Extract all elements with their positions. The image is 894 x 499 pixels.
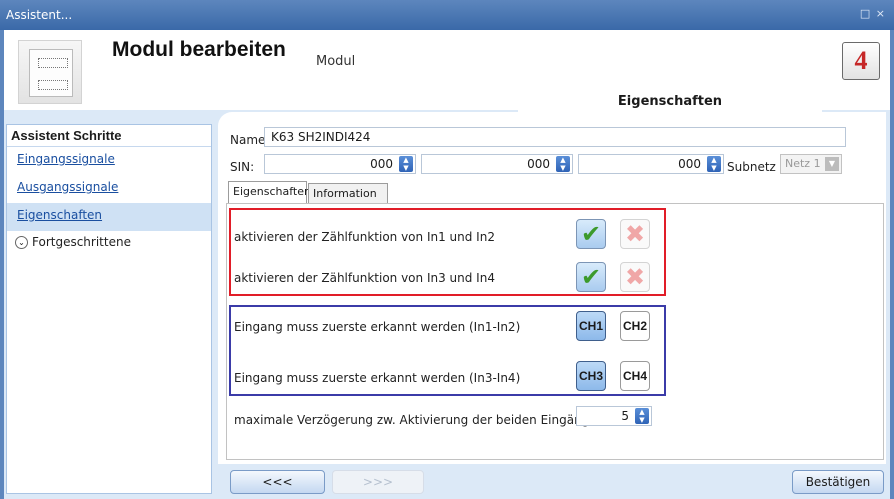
subnet-label: Subnetz xyxy=(727,160,776,174)
sin-value-1: 000 xyxy=(370,157,393,171)
ch1-button[interactable]: CH1 xyxy=(576,311,606,341)
window-titlebar: Assistent... □ × xyxy=(0,0,894,30)
module-device-icon xyxy=(29,49,73,97)
delay-stepper[interactable]: 5 ▲ ▼ xyxy=(576,406,652,426)
sidebar-heading: Assistent Schritte xyxy=(7,125,211,147)
tab-information[interactable]: Information xyxy=(308,183,388,205)
count-2-disable-cross-icon[interactable]: ✖ xyxy=(620,262,650,292)
channel-option-1-label: Eingang muss zuerste erkannt werden (In1… xyxy=(234,320,521,334)
next-button[interactable]: >>> xyxy=(332,470,424,494)
wizard-steps-sidebar: Assistent Schritte Eingangssignale Ausga… xyxy=(6,124,212,494)
sin-label: SIN: xyxy=(230,160,255,174)
sin-stepper-2[interactable]: 000 ▲ ▼ xyxy=(421,154,573,174)
sidebar-item-advanced[interactable]: ⌄ Fortgeschrittene xyxy=(7,231,211,255)
module-image xyxy=(18,40,82,104)
subnet-select[interactable]: Netz 1 ▼ xyxy=(780,154,842,174)
count-1-disable-cross-icon[interactable]: ✖ xyxy=(620,219,650,249)
ch2-button[interactable]: CH2 xyxy=(620,311,650,341)
properties-header-tab: Eigenschaften xyxy=(518,90,822,112)
delay-label: maximale Verzögerung zw. Aktivierung der… xyxy=(234,413,617,427)
back-button[interactable]: <<< xyxy=(230,470,325,494)
spin-arrows-icon[interactable]: ▲ ▼ xyxy=(707,156,721,172)
spin-arrows-icon[interactable]: ▲ ▼ xyxy=(556,156,570,172)
tab-eigenschaften[interactable]: Eigenschaften xyxy=(228,181,311,205)
ch3-button[interactable]: CH3 xyxy=(576,361,606,391)
page-subtitle: Modul xyxy=(316,54,356,69)
count-option-2-label: aktivieren der Zählfunktion von In3 und … xyxy=(234,271,495,285)
sidebar-item-output-signals[interactable]: Ausgangssignale xyxy=(7,175,211,203)
sidebar-item-advanced-label: Fortgeschrittene xyxy=(32,235,131,249)
delay-value: 5 xyxy=(621,409,629,423)
name-label: Name xyxy=(230,133,266,147)
spin-arrows-icon[interactable]: ▲ ▼ xyxy=(399,156,413,172)
spin-arrows-icon[interactable]: ▲ ▼ xyxy=(635,408,649,424)
count-option-1-label: aktivieren der Zählfunktion von In1 und … xyxy=(234,230,495,244)
channel-option-2-label: Eingang muss zuerste erkannt werden (In3… xyxy=(234,371,521,385)
ch4-button[interactable]: CH4 xyxy=(620,361,650,391)
count-2-enable-check-icon[interactable]: ✔ xyxy=(576,262,606,292)
dropdown-arrow-icon: ▼ xyxy=(825,157,839,171)
sin-stepper-1[interactable]: 000 ▲ ▼ xyxy=(264,154,416,174)
brand-logo-icon[interactable]: 4 xyxy=(842,42,880,80)
sidebar-item-input-signals[interactable]: Eingangssignale xyxy=(7,147,211,175)
subnet-value: Netz 1 xyxy=(785,157,821,170)
sin-value-2: 000 xyxy=(527,157,550,171)
window-title: Assistent... xyxy=(6,8,73,22)
sin-stepper-3[interactable]: 000 ▲ ▼ xyxy=(578,154,724,174)
sin-value-3: 000 xyxy=(678,157,701,171)
name-input[interactable]: K63 SH2INDI424 xyxy=(264,127,846,147)
count-1-enable-check-icon[interactable]: ✔ xyxy=(576,219,606,249)
window-controls[interactable]: □ × xyxy=(860,7,886,20)
confirm-button[interactable]: Bestätigen xyxy=(792,470,884,494)
sidebar-item-properties[interactable]: Eigenschaften xyxy=(7,203,211,231)
chevron-down-icon: ⌄ xyxy=(15,236,28,249)
page-title: Modul bearbeiten xyxy=(112,38,286,61)
